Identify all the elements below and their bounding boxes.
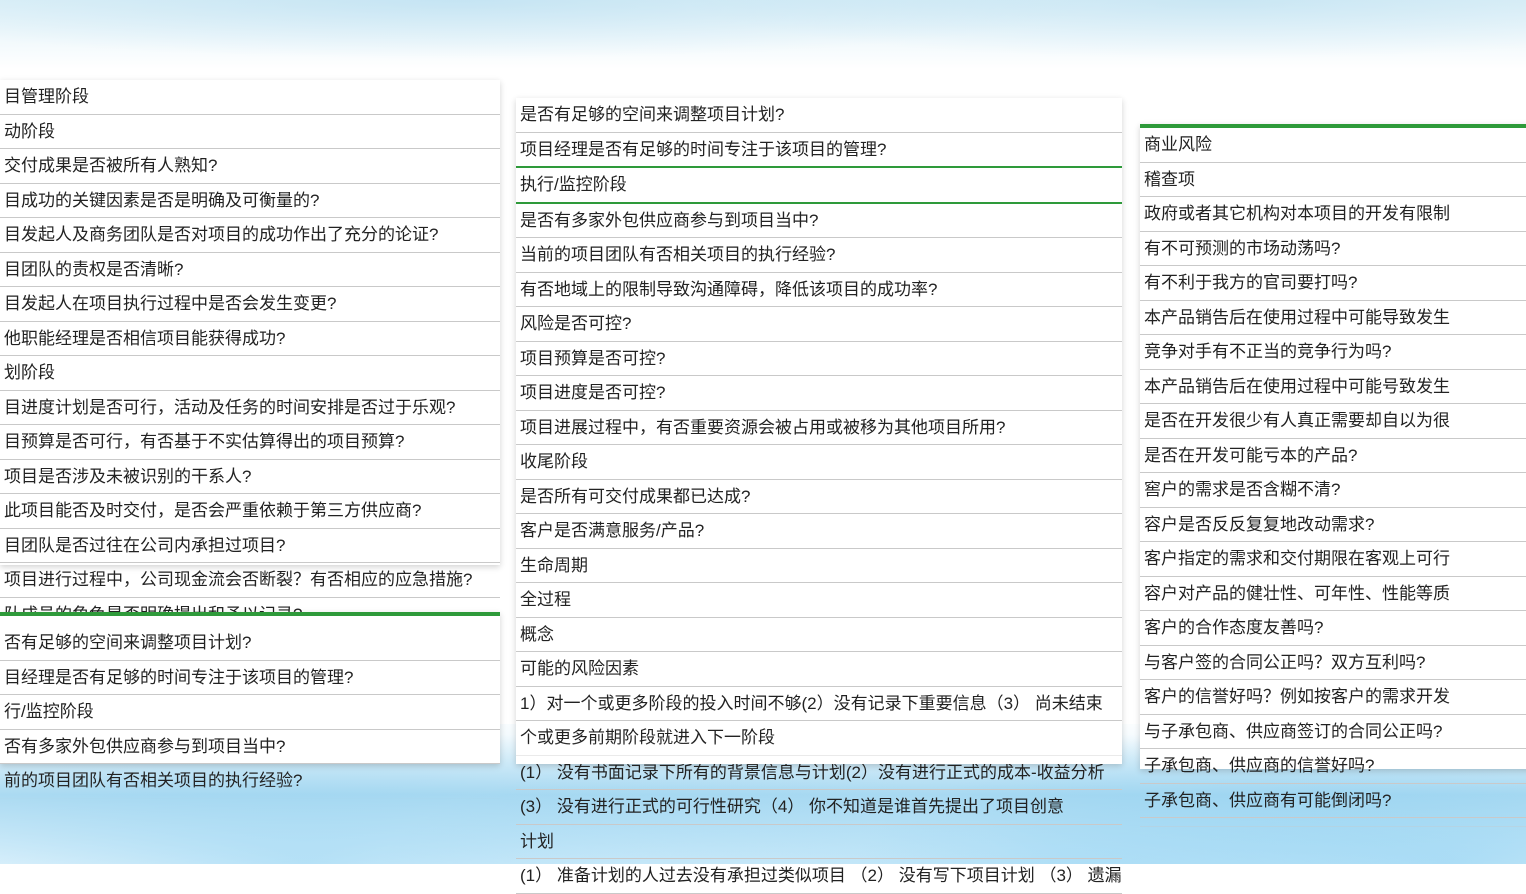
table-row: 容户对产品的健壮性、可年性、性能等质 [1140,577,1526,612]
table-row: 项目进行过程中，公司现金流会否断裂？有否相应的应急措施? [0,563,500,598]
table-row: 此项目能否及时交付，是否会严重依赖于第三方供应商? [0,494,500,529]
table-row: 他职能经理是否相信项目能获得成功? [0,322,500,357]
table-row: 客户是否满意服务/产品? [516,514,1122,549]
table-row: 有否地域上的限制导致沟通障碍，降低该项目的成功率? [516,273,1122,308]
table-row: 政府或者其它机构对本项目的开发有限制 [1140,197,1526,232]
table-row: 目管理阶段 [0,80,500,115]
table-row: 否有多家外包供应商参与到项目当中? [0,730,500,765]
table-row: 目经理是否有足够的时间专注于该项目的管理? [0,661,500,696]
table-row: 行/监控阶段 [0,695,500,730]
table-row [1140,818,1526,827]
table-row: 目成功的关键因素是否是明确及可衡量的? [0,184,500,219]
table-row: 窖户的需求是否含糊不清? [1140,473,1526,508]
panel-project-stages-continued: 否有足够的空间来调整项目计划?目经理是否有足够的时间专注于该项目的管理?行/监控… [0,612,500,764]
table-row: 1）对一个或更多阶段的投入时间不够(2）没有记录下重要信息（3） 尚未结束 [516,687,1122,722]
table-row: 目进度计划是否可行，活动及任务的时间安排是否过于乐观? [0,391,500,426]
table-row: 目团队的责权是否清晰? [0,253,500,288]
table-row: (1） 准备计划的人过去没有承担过类似项目 （2） 没有写下项目计划 （3） 遗… [516,859,1122,894]
panel-c-rows: 是否有足够的空间来调整项目计划?项目经理是否有足够的时间专注于该项目的管理?执行… [516,98,1122,894]
table-row: 是否有足够的空间来调整项目计划? [516,98,1122,133]
panel-project-stages: 目管理阶段动阶段交付成果是否被所有人熟知?目成功的关键因素是否是明确及可衡量的?… [0,80,500,565]
panel-execution-monitoring: 是否有足够的空间来调整项目计划?项目经理是否有足够的时间专注于该项目的管理?执行… [516,98,1122,764]
table-row: 执行/监控阶段 [516,168,1122,204]
table-row: 否有足够的空间来调整项目计划? [0,626,500,661]
table-row: 项目是否涉及未被识别的干系人? [0,460,500,495]
table-row: 有不利于我方的官司要打吗? [1140,266,1526,301]
panel-business-risk: 商业风险稽查项政府或者其它机构对本项目的开发有限制有不可预测的市场动荡吗?有不利… [1140,124,1526,769]
table-row: 项目进度是否可控? [516,376,1122,411]
table-row: 概念 [516,618,1122,653]
table-row: 项目经理是否有足够的时间专注于该项目的管理? [516,133,1122,169]
table-row: 子承包商、供应商有可能倒闭吗? [1140,784,1526,819]
table-row: 动阶段 [0,115,500,150]
table-row: 稽查项 [1140,163,1526,198]
table-row: 客户的合作态度友善吗? [1140,611,1526,646]
table-row: 生命周期 [516,549,1122,584]
table-row: 是否所有可交付成果都已达成? [516,480,1122,515]
table-row: 项目进展过程中，有否重要资源会被占用或被移为其他项目所用? [516,411,1122,446]
table-row: 项目预算是否可控? [516,342,1122,377]
panel-b-rows: 否有足够的空间来调整项目计划?目经理是否有足够的时间专注于该项目的管理?行/监控… [0,626,500,799]
table-row: 可能的风险因素 [516,652,1122,687]
table-row: 商业风险 [1140,128,1526,163]
table-row: 收尾阶段 [516,445,1122,480]
table-row: 客户的信誉好吗？例如按客户的需求开发 [1140,680,1526,715]
table-row: 客户指定的需求和交付期限在客观上可行 [1140,542,1526,577]
table-row: 本产品销告后在使用过程中可能导致发生 [1140,301,1526,336]
table-row: 计划 [516,825,1122,860]
table-row: 当前的项目团队有否相关项目的执行经验? [516,238,1122,273]
table-row: 个或更多前期阶段就进入下一阶段 [516,721,1122,756]
table-row: 划阶段 [0,356,500,391]
table-row: 目发起人在项目执行过程中是否会发生变更? [0,287,500,322]
table-row: 前的项目团队有否相关项目的执行经验? [0,764,500,799]
table-row: 容户是否反反复复地改动需求? [1140,508,1526,543]
green-separator [0,612,500,616]
panel-a-rows: 目管理阶段动阶段交付成果是否被所有人熟知?目成功的关键因素是否是明确及可衡量的?… [0,80,500,668]
table-row: 风险是否可控? [516,307,1122,342]
panel-d-rows: 商业风险稽查项政府或者其它机构对本项目的开发有限制有不可预测的市场动荡吗?有不利… [1140,128,1526,827]
table-row: 有不可预测的市场动荡吗? [1140,232,1526,267]
table-row: 目预算是否可行，有否基于不实估算得出的项目预算? [0,425,500,460]
table-row: 全过程 [516,583,1122,618]
table-row: 子承包商、供应商的信誉好吗? [1140,749,1526,784]
table-row: 目发起人及商务团队是否对项目的成功作出了充分的论证? [0,218,500,253]
table-row: (3） 没有进行正式的可行性研究（4） 你不知道是谁首先提出了项目创意 [516,790,1122,825]
table-row: 与子承包商、供应商签订的合同公正吗? [1140,715,1526,750]
table-row: 与客户签的合同公正吗？双方互利吗? [1140,646,1526,681]
table-row: 是否有多家外包供应商参与到项目当中? [516,204,1122,239]
table-row: 是否在开发很少有人真正需要却自以为很 [1140,404,1526,439]
table-row: 是否在开发可能亏本的产品? [1140,439,1526,474]
table-row: 竞争对手有不正当的竞争行为吗? [1140,335,1526,370]
table-row: (1） 没有书面记录下所有的背景信息与计划(2）没有进行正式的成本-收益分析 [516,756,1122,791]
table-row: 目团队是否过往在公司内承担过项目? [0,529,500,564]
table-row: 本产品销告后在使用过程中可能号致发生 [1140,370,1526,405]
table-row: 交付成果是否被所有人熟知? [0,149,500,184]
